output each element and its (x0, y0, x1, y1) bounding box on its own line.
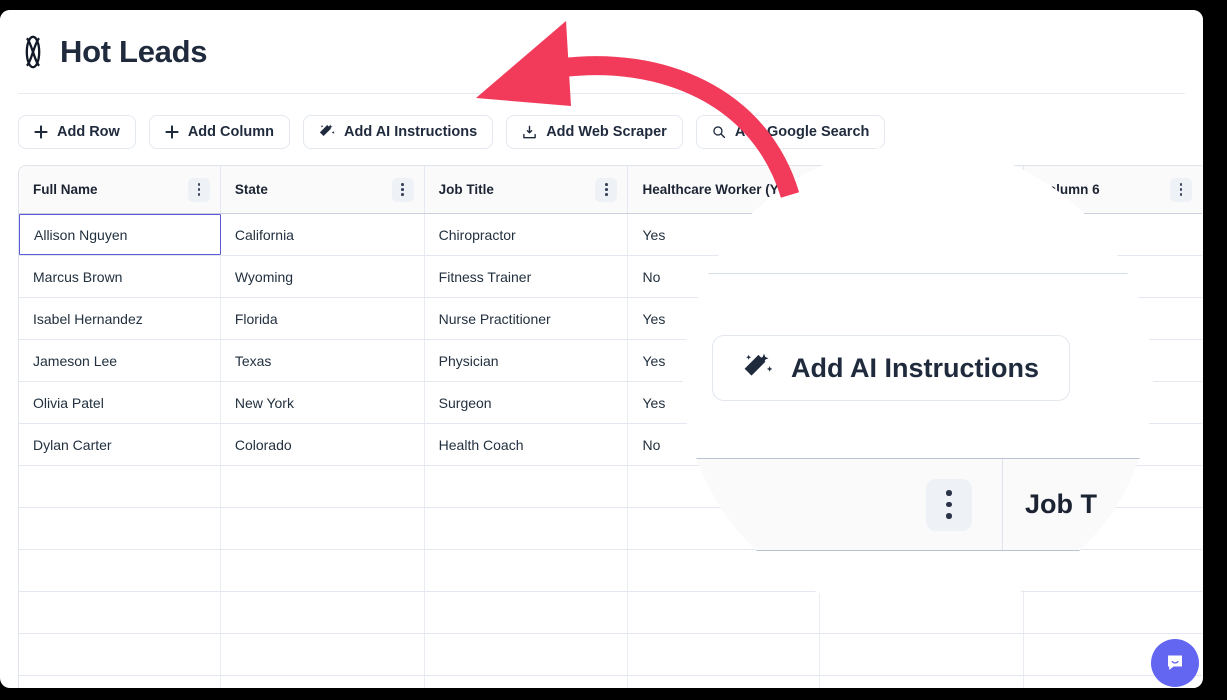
magic-wand-icon (319, 124, 335, 137)
column-header-job-title[interactable]: Job Title (425, 166, 629, 213)
cell-state[interactable]: Wyoming (221, 256, 425, 297)
add-google-search-label: Add Google Search (734, 124, 870, 140)
cell-state[interactable]: Colorado (221, 424, 425, 465)
cell-empty[interactable] (425, 676, 629, 688)
download-tray-icon (523, 125, 537, 138)
app-header: Hot Leads (0, 10, 1203, 93)
chat-launcher-button[interactable] (1151, 639, 1199, 687)
lens-column-header-previous[interactable] (683, 459, 1003, 550)
add-row-label: Add Row (57, 124, 120, 140)
cell-empty[interactable] (425, 508, 629, 549)
cell-empty[interactable] (221, 634, 425, 675)
cell-full-name[interactable]: Olivia Patel (19, 382, 221, 423)
add-google-search-button[interactable]: Add Google Search (695, 115, 886, 149)
cell-empty[interactable] (221, 676, 425, 688)
search-icon (713, 126, 725, 139)
cell-job-title[interactable]: Physician (425, 340, 629, 381)
column-header-label: Job Title (438, 182, 494, 197)
cell-empty[interactable] (221, 592, 425, 633)
cell-state[interactable]: California (221, 214, 425, 255)
cell-empty[interactable] (628, 676, 821, 688)
add-column-label: Add Column (187, 124, 275, 140)
add-web-scraper-label: Add Web Scraper (546, 124, 667, 140)
cell-job-title[interactable]: Nurse Practitioner (425, 298, 629, 339)
add-column-button[interactable]: Add Column (148, 115, 291, 149)
add-row-button[interactable]: Add Row (18, 115, 136, 149)
cell-empty[interactable] (820, 676, 1025, 688)
cell-empty[interactable] (820, 634, 1025, 675)
table-row-empty (19, 676, 1202, 688)
cell-full-name[interactable]: Isabel Hernandez (19, 298, 221, 339)
cell-empty[interactable] (221, 508, 425, 549)
cell-empty[interactable] (425, 634, 629, 675)
cell-empty[interactable] (425, 466, 629, 507)
cell-full-name[interactable]: Dylan Carter (19, 424, 221, 465)
cell-job-title[interactable]: Surgeon (425, 382, 629, 423)
cell-state[interactable]: Texas (221, 340, 425, 381)
lens-button-label: Add AI Instructions (791, 352, 1039, 383)
lens-add-ai-instructions-button[interactable]: Add AI Instructions (712, 335, 1070, 401)
zoom-lens-content: Add AI Instructions Job T (683, 145, 1153, 615)
zoom-lens-annotation: Add AI Instructions Job T (683, 145, 1153, 615)
kebab-menu-icon[interactable] (391, 177, 414, 202)
cell-job-title[interactable]: Chiropractor (425, 214, 629, 255)
cell-full-name[interactable]: Marcus Brown (19, 256, 221, 297)
cell-empty[interactable] (19, 634, 221, 675)
cell-job-title[interactable]: Fitness Trainer (425, 256, 629, 297)
cell-empty[interactable] (19, 466, 221, 507)
kebab-menu-icon[interactable] (595, 177, 618, 202)
toolbar: Add Row Add Column Add AI Instructions A… (18, 115, 886, 149)
cell-empty[interactable] (19, 676, 221, 688)
cell-empty[interactable] (19, 550, 221, 591)
cell-state[interactable]: Florida (221, 298, 425, 339)
infinity-knot-logo-icon (25, 35, 41, 68)
plus-icon (34, 125, 48, 139)
cell-empty[interactable] (425, 550, 629, 591)
table-row-empty (19, 634, 1202, 676)
add-web-scraper-button[interactable]: Add Web Scraper (506, 115, 683, 149)
magic-wand-icon (744, 353, 773, 376)
column-header-state[interactable]: State (221, 166, 425, 213)
chat-bubble-icon (1168, 655, 1182, 670)
add-ai-instructions-label: Add AI Instructions (344, 124, 478, 140)
plus-icon (165, 125, 179, 139)
cell-full-name[interactable]: Jameson Lee (19, 340, 221, 381)
lens-grid-header-row: Job T (683, 458, 1153, 551)
screenshot-root: Hot Leads Add Row Add Column Add AI Inst… (0, 0, 1227, 700)
column-header-label: State (234, 182, 268, 197)
lens-column-header-job-title[interactable]: Job T (1003, 459, 1153, 550)
cell-empty[interactable] (19, 508, 221, 549)
kebab-menu-icon[interactable] (926, 478, 972, 531)
column-header-full-name[interactable]: Full Name (19, 166, 221, 213)
header-divider (18, 93, 1185, 94)
kebab-menu-icon[interactable] (187, 177, 210, 202)
kebab-menu-icon[interactable] (1170, 177, 1192, 202)
add-ai-instructions-button[interactable]: Add AI Instructions (303, 115, 494, 149)
cell-state[interactable]: New York (221, 382, 425, 423)
cell-full-name[interactable]: Allison Nguyen (19, 214, 221, 255)
cell-empty[interactable] (628, 634, 821, 675)
cell-empty[interactable] (221, 466, 425, 507)
lens-gridline (683, 273, 1153, 274)
cell-empty[interactable] (221, 550, 425, 591)
cell-empty[interactable] (425, 592, 629, 633)
page-title: Hot Leads (60, 34, 208, 69)
column-header-label: Full Name (33, 182, 98, 197)
cell-empty[interactable] (19, 592, 221, 633)
cell-job-title[interactable]: Health Coach (425, 424, 629, 465)
